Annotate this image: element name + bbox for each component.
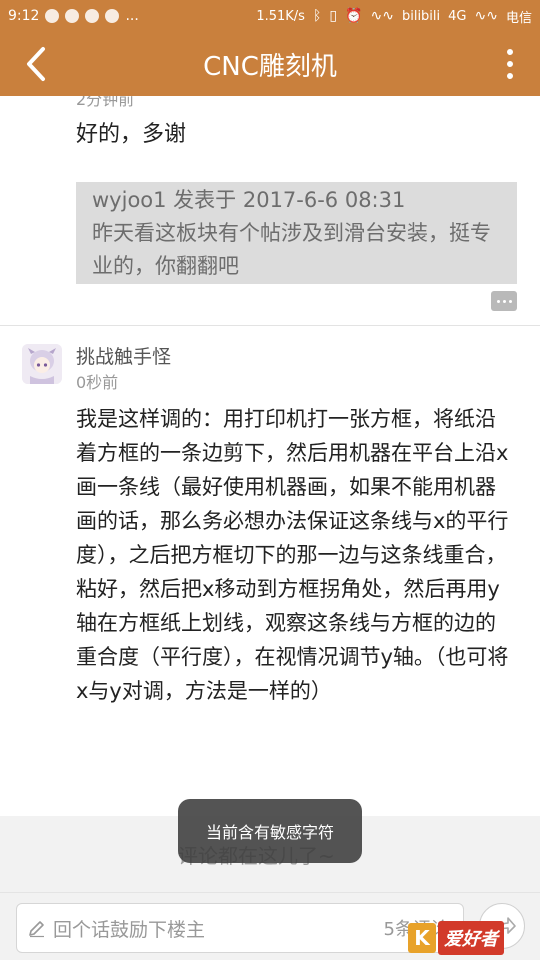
back-button[interactable] xyxy=(12,40,60,88)
notification-icon xyxy=(45,9,60,23)
reply-button[interactable] xyxy=(491,291,517,311)
status-more-dots: ... xyxy=(125,8,139,24)
status-brand: bilibili xyxy=(401,8,441,24)
carrier: 电信 xyxy=(505,10,532,26)
comment-dot xyxy=(508,299,512,303)
more-vertical-icon xyxy=(507,49,513,55)
watermark-text: 爱好者 xyxy=(438,921,504,955)
quote-header: wyjoo1 发表于 2017-6-6 08:31 xyxy=(92,188,406,212)
top-bar: 9:12 ... 1.51K/s ᛒ ▯ ⏰ ∿∿ bilibili 4G ∿∿… xyxy=(0,0,540,96)
post-time: 2分钟前 xyxy=(76,96,135,109)
comment-dots-icon xyxy=(496,299,500,303)
post-time: 0秒前 xyxy=(76,373,119,392)
divider xyxy=(0,325,540,326)
signal-wave-icon: ∿∿ xyxy=(370,8,394,24)
quote-block: wyjoo1 发表于 2017-6-6 08:31 昨天看这板块有个帖涉及到滑台… xyxy=(76,182,517,284)
page-title: CNC雕刻机 xyxy=(203,51,337,82)
more-vertical-icon-dot xyxy=(507,61,513,67)
thread-content[interactable]: 2分钟前 好的，多谢 wyjoo1 发表于 2017-6-6 08:31 昨天看… xyxy=(0,96,540,816)
signal-wave-icon: ∿∿ xyxy=(474,8,498,24)
comment-placeholder: 回个话鼓励下楼主 xyxy=(53,918,206,941)
vibrate-icon: ▯ xyxy=(329,8,338,24)
network-speed: 1.51K/s xyxy=(256,8,305,24)
post-text: 我是这样调的：用打印机打一张方框，将纸沿着方框的一条边剪下，然后用机器在平台上沿… xyxy=(76,407,509,703)
comment-dot xyxy=(502,299,506,303)
back-arrow-icon xyxy=(27,47,45,81)
quote-body: 昨天看这板块有个帖涉及到滑台安装，挺专业的，你翻翻吧 xyxy=(92,221,491,278)
watermark-k-icon: K xyxy=(408,923,436,953)
status-time: 9:12 xyxy=(8,8,40,24)
bluetooth-icon: ᛒ xyxy=(312,8,322,24)
comment-input[interactable]: 回个话鼓励下楼主 5条评论 xyxy=(16,903,464,953)
alarm-icon: ⏰ xyxy=(345,8,363,24)
title-bar: CNC雕刻机 xyxy=(0,32,540,96)
more-menu-button[interactable] xyxy=(494,40,526,88)
avatar[interactable] xyxy=(22,344,62,384)
avatar-image xyxy=(22,344,62,384)
username[interactable]: 挑战触手怪 xyxy=(76,342,171,369)
post-text: 好的，多谢 xyxy=(76,122,187,147)
toast-message: 当前含有敏感字符 xyxy=(178,799,362,863)
notification-icon xyxy=(85,9,100,23)
status-bar: 9:12 ... 1.51K/s ᛒ ▯ ⏰ ∿∿ bilibili 4G ∿∿… xyxy=(0,0,540,32)
more-vertical-icon-dot xyxy=(507,73,513,79)
watermark-logo: K 爱好者 xyxy=(408,920,534,956)
pencil-icon xyxy=(29,921,44,938)
network-type: 4G xyxy=(448,8,467,24)
notification-icon xyxy=(105,9,120,23)
notification-icon xyxy=(65,9,80,23)
